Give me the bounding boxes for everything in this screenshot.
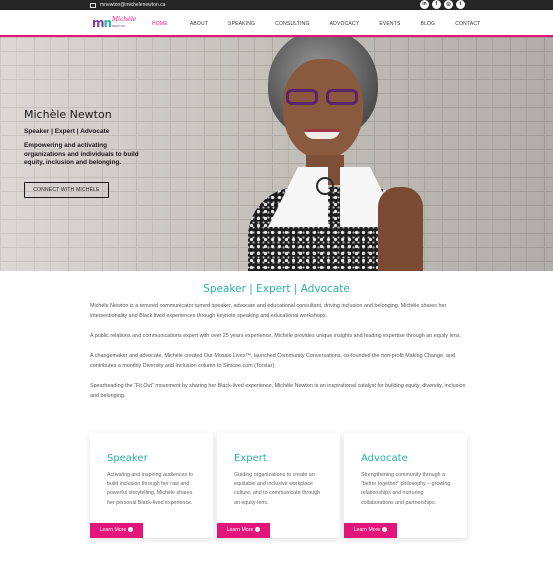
card-title: Advocate bbox=[361, 453, 408, 464]
nav-item-contact[interactable]: CONTACT bbox=[455, 21, 480, 27]
logo-tagline: NEWTON bbox=[112, 24, 126, 28]
nav-item-speaking[interactable]: SPEAKING bbox=[228, 21, 255, 27]
hero-text: Michèle Newton Speaker | Expert | Advoca… bbox=[24, 108, 224, 168]
logo-script: Michèle bbox=[112, 16, 137, 23]
nav-item-about[interactable]: ABOUT bbox=[190, 21, 208, 27]
intro-paragraphs: Michèle Newton is a tenured communicator… bbox=[90, 301, 470, 411]
portrait-face bbox=[283, 59, 363, 159]
top-bar: mnewton@michelenewton.ca in f ◎ t bbox=[0, 0, 553, 10]
arrow-right-icon: › bbox=[255, 527, 261, 533]
learn-more-button[interactable]: Learn More › bbox=[344, 523, 397, 538]
linkedin-icon[interactable]: in bbox=[420, 0, 429, 9]
portrait-necklace bbox=[316, 177, 334, 195]
card-text: Activating and inspiring audiences to bu… bbox=[107, 472, 193, 506]
email-link[interactable]: mnewton@michelenewton.ca bbox=[90, 1, 165, 9]
nav-item-home[interactable]: HOME bbox=[152, 21, 168, 27]
site-logo[interactable]: mn Michèle NEWTON bbox=[92, 16, 136, 32]
feature-cards: Speaker Activating and inspiring audienc… bbox=[90, 433, 467, 543]
envelope-icon bbox=[90, 2, 96, 8]
hero-mission: Empowering and activating organizations … bbox=[24, 142, 139, 166]
email-text: mnewton@michelenewton.ca bbox=[100, 2, 166, 8]
main-nav: mn Michèle NEWTON HOME ABOUT SPEAKING CO… bbox=[0, 10, 553, 37]
nav-item-advocacy[interactable]: ADVOCACY bbox=[330, 21, 360, 27]
learn-more-button[interactable]: Learn More › bbox=[90, 523, 143, 538]
hero-banner: Michèle Newton Speaker | Expert | Advoca… bbox=[0, 37, 553, 271]
logo-monogram: mn bbox=[92, 16, 112, 30]
paragraph: A public relations and communications ex… bbox=[90, 333, 461, 339]
learn-more-button[interactable]: Learn More › bbox=[217, 523, 270, 538]
hero-name: Michèle Newton bbox=[24, 108, 112, 121]
hero-portrait bbox=[228, 37, 428, 271]
portrait-collar-left bbox=[268, 167, 328, 227]
hero-roles: Speaker | Expert | Advocate bbox=[24, 128, 110, 135]
card-advocate: Advocate Strengthening community through… bbox=[344, 433, 467, 538]
nav-item-consulting[interactable]: CONSULTING bbox=[275, 21, 309, 27]
card-title: Expert bbox=[234, 453, 267, 464]
nav-item-events[interactable]: EVENTS bbox=[379, 21, 400, 27]
nav-item-blog[interactable]: BLOG bbox=[421, 21, 436, 27]
portrait-glasses bbox=[286, 89, 360, 107]
paragraph: A changemaker and advocate, Michèle crea… bbox=[90, 353, 455, 369]
nav-menu: HOME ABOUT SPEAKING CONSULTING ADVOCACY … bbox=[152, 10, 480, 37]
twitter-icon[interactable]: t bbox=[456, 0, 465, 9]
card-text: Guiding organizations to create an equit… bbox=[234, 472, 320, 506]
social-links: in f ◎ t bbox=[420, 0, 465, 9]
portrait-smile bbox=[304, 129, 340, 139]
card-title: Speaker bbox=[107, 453, 148, 464]
connect-button[interactable]: CONNECT WITH MICHÈLE bbox=[24, 182, 109, 198]
arrow-right-icon: › bbox=[128, 527, 134, 533]
card-text: Strengthening community through a “bette… bbox=[361, 472, 451, 506]
paragraph: Spearheading the “Fit Out” movement by s… bbox=[90, 383, 466, 399]
paragraph: Michèle Newton is a tenured communicator… bbox=[90, 303, 447, 319]
portrait-arm bbox=[378, 187, 423, 271]
card-speaker: Speaker Activating and inspiring audienc… bbox=[90, 433, 213, 538]
arrow-right-icon: › bbox=[382, 527, 388, 533]
section-title: Speaker | Expert | Advocate bbox=[203, 283, 350, 295]
card-expert: Expert Guiding organizations to create a… bbox=[217, 433, 340, 538]
instagram-icon[interactable]: ◎ bbox=[444, 0, 453, 9]
facebook-icon[interactable]: f bbox=[432, 0, 441, 9]
